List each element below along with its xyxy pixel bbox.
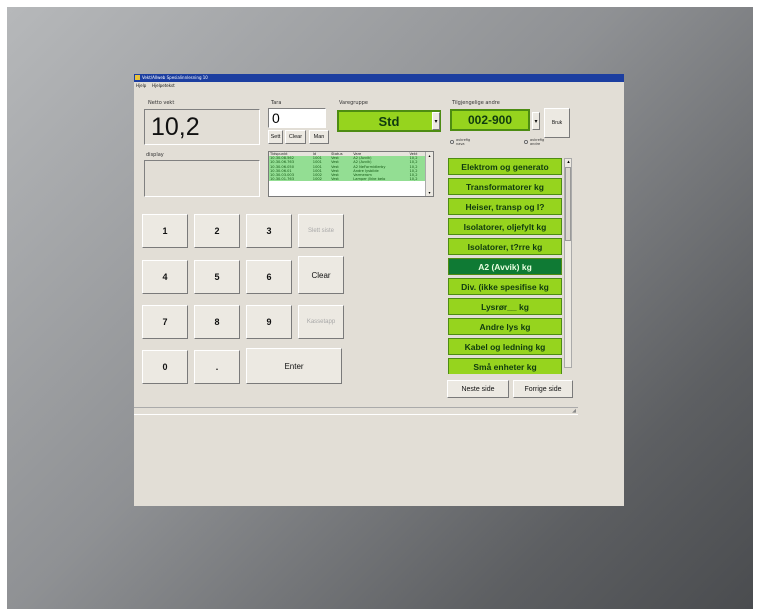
varegruppe-dropdown-icon[interactable]: ▾: [432, 112, 440, 130]
tara-label: Tara: [271, 100, 282, 106]
log-cell: 10.30.01.763: [269, 177, 312, 182]
tara-value: 0: [272, 110, 280, 126]
category-item[interactable]: Kabel og ledning kg: [448, 338, 562, 355]
category-item[interactable]: Div. (ikke spesifise kg: [448, 278, 562, 295]
key-1[interactable]: 1: [142, 214, 188, 248]
slett-siste-button[interactable]: Slett siste: [298, 214, 344, 248]
display-box: [144, 160, 260, 197]
tara-man-button[interactable]: Man: [309, 130, 329, 144]
log-cell: 1002: [311, 177, 331, 182]
app-icon: [135, 75, 140, 80]
avkrefig-nava-label: avkrefig nava: [456, 138, 471, 146]
tara-clear-button[interactable]: Clear: [285, 130, 306, 144]
scroll-up-icon[interactable]: ▴: [566, 159, 571, 165]
avkrefig-nava-radio[interactable]: [450, 140, 454, 144]
kassetapp-button[interactable]: Kassetapp: [298, 305, 344, 339]
category-item[interactable]: Heiser, transp og l?: [448, 198, 562, 215]
key-5[interactable]: 5: [194, 260, 240, 294]
tilgjengelige-label: Tilgjengelige andre: [452, 100, 500, 106]
key-2[interactable]: 2: [194, 214, 240, 248]
category-item[interactable]: Lysrør__ kg: [448, 298, 562, 315]
avkrefig-andre-radio[interactable]: [524, 140, 528, 144]
key-0[interactable]: 0: [142, 350, 188, 384]
log-cell: Vest: [330, 177, 353, 182]
code-value: 002-900: [467, 113, 513, 127]
tara-field[interactable]: 0: [268, 108, 326, 128]
scroll-thumb[interactable]: [565, 167, 571, 241]
code-dropdown-icon[interactable]: ▾: [532, 112, 540, 130]
key-decimal[interactable]: .: [194, 350, 240, 384]
varegruppe-value: Std: [378, 113, 400, 129]
menu-bar: Hjelp Hjelpetekst: [134, 82, 624, 90]
log-cell: Lamper /ikke belo: [352, 177, 409, 182]
resize-grip-icon[interactable]: ◢: [572, 408, 576, 414]
category-item[interactable]: Elektrom og generato: [448, 158, 562, 175]
category-list: Elektrom og generato Transformatorer kg …: [447, 158, 573, 374]
varegruppe-label: Varegruppe: [339, 100, 368, 106]
netto-value: 10,2: [151, 113, 200, 141]
menu-hjelpetekst[interactable]: Hjelpetekst: [152, 82, 175, 90]
status-bar: ◢: [134, 407, 578, 415]
forrige-side-button[interactable]: Forrige side: [513, 380, 573, 398]
title-bar: Vekt/Allweb Spesialinnlesning 10: [134, 74, 624, 82]
category-item[interactable]: Transformatorer kg: [448, 178, 562, 195]
key-7[interactable]: 7: [142, 305, 188, 339]
key-3[interactable]: 3: [246, 214, 292, 248]
window-title: Vekt/Allweb Spesialinnlesning 10: [142, 75, 208, 80]
category-item[interactable]: Små enheter kg: [448, 358, 562, 374]
clear-button[interactable]: Clear: [298, 256, 344, 294]
display-label: display: [146, 152, 164, 158]
app-window: Vekt/Allweb Spesialinnlesning 10 Hjelp H…: [134, 74, 624, 506]
key-6[interactable]: 6: [246, 260, 292, 294]
neste-side-button[interactable]: Neste side: [447, 380, 509, 398]
brak-button[interactable]: Bruk: [544, 108, 570, 138]
category-item[interactable]: Isolatorer, t?rre kg: [448, 238, 562, 255]
category-item[interactable]: Andre lys kg: [448, 318, 562, 335]
netto-display: 10,2: [144, 109, 260, 145]
varegruppe-select[interactable]: Std: [337, 110, 441, 132]
category-scrollbar[interactable]: ▴: [564, 158, 572, 368]
log-cell: 10,2: [408, 177, 425, 182]
log-scrollbar[interactable]: ▴ ▾: [425, 152, 433, 196]
enter-button[interactable]: Enter: [246, 348, 342, 384]
key-4[interactable]: 4: [142, 260, 188, 294]
category-item[interactable]: Isolatorer, oljefylt kg: [448, 218, 562, 235]
tara-sett-button[interactable]: Sett: [268, 130, 283, 144]
key-8[interactable]: 8: [194, 305, 240, 339]
scroll-up-icon[interactable]: ▴: [427, 153, 432, 158]
avkrefig-andre-label: avkrefig andre: [530, 138, 545, 146]
log-row[interactable]: 10.30.01.763 1002 Vest Lamper /ikke belo 10,…: [269, 177, 425, 182]
category-item-selected[interactable]: A2 (Avvik) kg: [448, 258, 562, 275]
code-select[interactable]: 002-900: [450, 109, 530, 131]
scroll-down-icon[interactable]: ▾: [427, 190, 432, 195]
netto-label: Netto vekt: [148, 100, 175, 106]
weighing-log: Tidspunkt Id Status Vare Vekt 10.30.08.5…: [268, 151, 434, 197]
menu-hjelp[interactable]: Hjelp: [136, 82, 146, 90]
key-9[interactable]: 9: [246, 305, 292, 339]
